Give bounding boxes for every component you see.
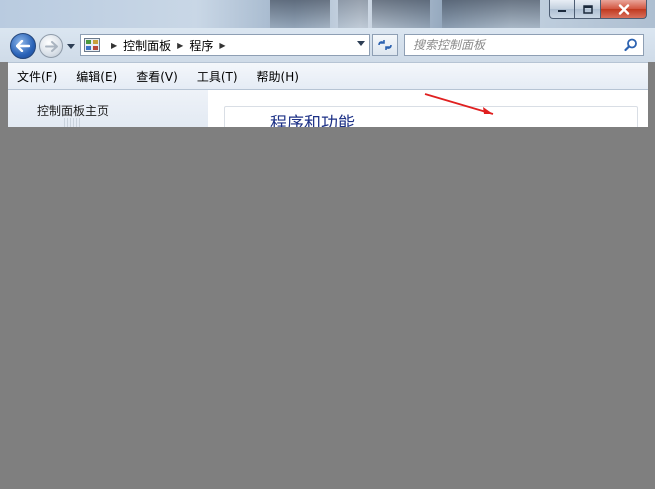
forward-arrow-icon	[44, 40, 58, 52]
back-arrow-icon	[16, 40, 30, 52]
search-input[interactable]	[413, 36, 613, 54]
menu-file[interactable]: 文件(F)	[8, 68, 66, 85]
close-button[interactable]	[601, 0, 647, 19]
background-streak	[270, 0, 330, 28]
close-icon	[618, 3, 629, 15]
breadcrumb-programs[interactable]: 程序	[189, 37, 213, 54]
menu-help[interactable]: 帮助(H)	[247, 68, 308, 85]
maximize-icon	[582, 4, 593, 14]
back-button[interactable]	[10, 33, 36, 59]
address-bar[interactable]: ▶ 控制面板 ▶ 程序 ▶	[80, 34, 370, 56]
chevron-down-icon	[66, 43, 75, 49]
breadcrumb-separator-icon[interactable]: ▶	[177, 41, 183, 50]
menu-bar: 文件(F) 编辑(E) 查看(V) 工具(T) 帮助(H)	[8, 62, 648, 90]
minimize-button[interactable]	[549, 0, 575, 19]
control-panel-icon	[84, 38, 100, 52]
minimize-icon	[558, 10, 566, 12]
control-panel-home-link[interactable]: 控制面板主页	[37, 102, 109, 119]
content-area: 控制面板主页 程序和功能	[8, 90, 648, 127]
background-streak	[372, 0, 430, 28]
refresh-button[interactable]	[372, 34, 398, 56]
pane-grip	[64, 118, 80, 127]
main-pane: 程序和功能	[208, 90, 648, 127]
menu-tools[interactable]: 工具(T)	[187, 68, 247, 85]
menu-view[interactable]: 查看(V)	[126, 68, 187, 85]
recent-pages-dropdown[interactable]	[66, 42, 75, 50]
programs-and-features-link[interactable]: 程序和功能	[270, 109, 355, 127]
background-streak	[442, 0, 540, 28]
refresh-icon	[378, 40, 392, 50]
maximize-button[interactable]	[575, 0, 601, 19]
breadcrumb-separator-icon[interactable]: ▶	[219, 41, 225, 50]
breadcrumb-separator-icon[interactable]: ▶	[111, 41, 117, 50]
annotation-arrow-icon	[424, 93, 494, 115]
obscured-region	[0, 127, 655, 489]
address-dropdown-icon[interactable]	[357, 41, 365, 46]
background-streak	[338, 0, 368, 28]
window-title-bar[interactable]	[0, 0, 655, 28]
window-controls	[549, 0, 647, 19]
menu-edit[interactable]: 编辑(E)	[66, 68, 126, 85]
forward-button[interactable]	[39, 34, 63, 58]
search-icon[interactable]	[624, 38, 638, 52]
search-box[interactable]	[404, 34, 644, 56]
breadcrumb-control-panel[interactable]: 控制面板	[123, 37, 171, 54]
navigation-bar: ▶ 控制面板 ▶ 程序 ▶	[0, 28, 655, 62]
navigation-pane: 控制面板主页	[8, 90, 208, 127]
